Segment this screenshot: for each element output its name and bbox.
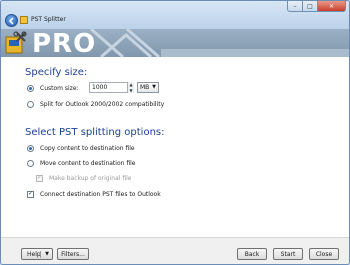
- help-split-divider: [40, 251, 41, 258]
- size-spinner[interactable]: ▲ ▼: [127, 82, 134, 93]
- close-window-button[interactable]: ✕: [318, 1, 346, 12]
- move-content-radio[interactable]: [27, 159, 34, 167]
- connect-outlook-option[interactable]: ✓ Connect destination PST files to Outlo…: [27, 189, 161, 199]
- chevron-down-icon: ▼: [152, 84, 156, 90]
- caption-buttons: – □ ✕: [287, 1, 346, 12]
- minimize-button[interactable]: –: [287, 1, 303, 12]
- filters-button[interactable]: Filters...: [57, 248, 89, 260]
- backup-option: ✓ Make backup of original file: [36, 173, 131, 183]
- custom-size-option[interactable]: Custom size:: [27, 83, 79, 93]
- specify-size-heading: Specify size:: [25, 67, 88, 78]
- brand-pro-text: PRO: [32, 29, 97, 57]
- connect-outlook-label: Connect destination PST files to Outlook: [40, 190, 161, 198]
- close-button[interactable]: Close: [309, 248, 339, 260]
- close-button-label: Close: [315, 250, 333, 258]
- product-banner: PRO: [1, 29, 349, 57]
- help-button[interactable]: Help ▼: [21, 248, 53, 260]
- app-icon: [20, 16, 28, 24]
- chevron-down-icon[interactable]: ▼: [45, 251, 49, 257]
- window-title: PST Splitter: [31, 16, 66, 23]
- button-bar: Help ▼ Filters... Back Start Close: [1, 237, 349, 264]
- spinner-down-icon[interactable]: ▼: [127, 87, 134, 93]
- back-arrow-icon[interactable]: [5, 14, 18, 27]
- pst-splitter-window: PST Splitter – □ ✕ PRO Specify size: Cus…: [0, 0, 350, 265]
- pst-splitter-logo: [5, 31, 27, 55]
- move-content-label: Move content to destination file: [40, 159, 136, 167]
- title-bar: PST Splitter – □ ✕: [1, 1, 349, 29]
- copy-content-radio[interactable]: [27, 144, 34, 152]
- filters-button-label: Filters...: [61, 250, 85, 258]
- unit-dropdown[interactable]: MB ▼: [137, 82, 159, 93]
- backup-checkbox: ✓: [36, 174, 43, 182]
- maximize-button[interactable]: □: [303, 1, 318, 12]
- connect-outlook-checkbox[interactable]: ✓: [27, 190, 34, 198]
- back-button-label: Back: [244, 250, 260, 258]
- backup-label: Make backup of original file: [49, 174, 132, 182]
- copy-content-option[interactable]: Copy content to destination file: [27, 143, 135, 153]
- help-button-label: Help: [27, 250, 41, 258]
- splitting-options-heading: Select PST splitting options:: [25, 127, 165, 138]
- back-button[interactable]: Back: [237, 248, 267, 260]
- custom-size-label: Custom size:: [40, 84, 79, 92]
- custom-size-radio[interactable]: [27, 84, 34, 92]
- compat-radio[interactable]: [27, 100, 34, 108]
- compat-option[interactable]: Split for Outlook 2000/2002 compatibilit…: [27, 99, 164, 109]
- unit-selected-value: MB: [140, 84, 150, 91]
- compat-label: Split for Outlook 2000/2002 compatibilit…: [40, 100, 165, 108]
- copy-content-label: Copy content to destination file: [40, 144, 135, 152]
- start-button-label: Start: [280, 250, 296, 258]
- move-content-option[interactable]: Move content to destination file: [27, 158, 135, 168]
- start-button[interactable]: Start: [273, 248, 303, 260]
